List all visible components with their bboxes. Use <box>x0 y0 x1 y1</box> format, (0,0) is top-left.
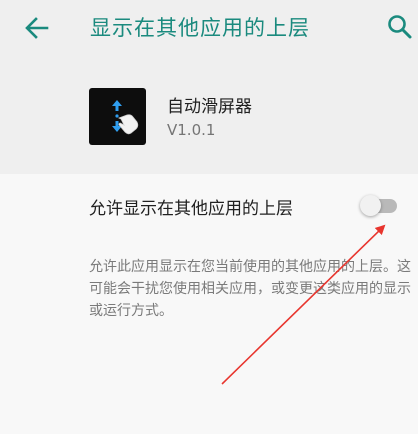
swipe-gesture-icon <box>112 100 139 135</box>
back-button[interactable] <box>22 14 52 42</box>
arrow-back-icon <box>25 17 49 39</box>
permission-description: 允许此应用显示在您当前使用的其他应用的上层。这可能会干扰您使用相关应用，或变更这… <box>89 259 411 319</box>
toolbar: 显示在其他应用的上层 <box>0 0 418 58</box>
toggle-thumb <box>360 195 381 216</box>
overlay-permission-row[interactable]: 允许显示在其他应用的上层 <box>0 174 418 236</box>
app-icon <box>89 88 146 145</box>
app-version: V1.0.1 <box>167 121 216 139</box>
app-name: 自动滑屏器 <box>167 97 252 117</box>
page-title: 显示在其他应用的上层 <box>90 16 310 40</box>
overlay-permission-label: 允许显示在其他应用的上层 <box>89 199 293 219</box>
app-header: 自动滑屏器 V1.0.1 <box>0 58 418 174</box>
overlay-permission-toggle[interactable] <box>360 195 397 216</box>
search-icon <box>388 15 412 39</box>
search-button[interactable] <box>385 12 415 42</box>
